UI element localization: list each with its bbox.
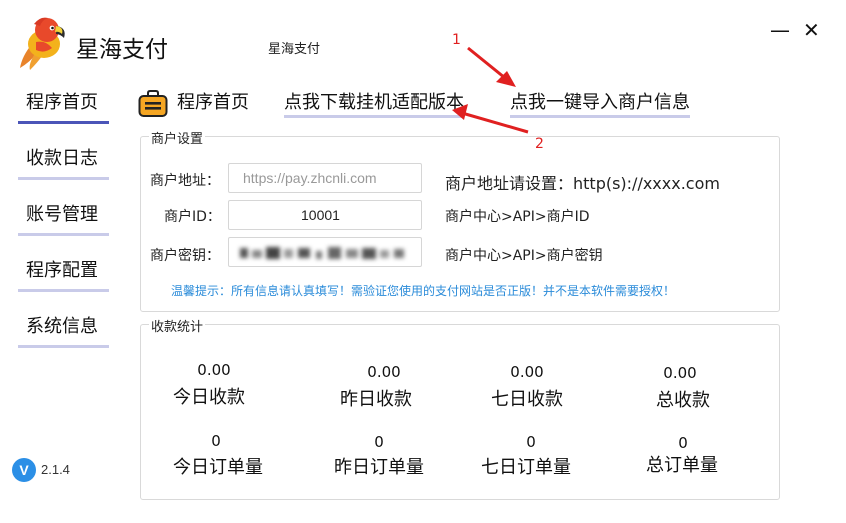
sidebar-item-underline [18,177,109,180]
sidebar-item-payment-log[interactable]: 收款日志 [18,144,109,180]
merchant-key-input[interactable] [228,237,422,267]
import-merchant-link-label: 点我一键导入商户信息 [510,92,690,113]
stat-week-income-label: 七日收款 [491,389,563,410]
stat-yesterday-income-label: 昨日收款 [340,389,412,410]
briefcase-icon [138,90,168,117]
payment-stats-title: 收款统计 [149,316,206,335]
stat-today-income-label: 今日收款 [173,387,245,408]
merchant-settings-title: 商户设置 [149,128,206,147]
merchant-address-label: 商户地址： [150,173,220,189]
window-subtitle: 星海支付 [268,42,321,57]
stat-week-orders-value: 0 [526,433,536,451]
stat-week-orders-label: 七日订单量 [481,457,571,478]
version-number: 2.1.4 [41,462,70,477]
stat-total-income-value: 0.00 [663,364,697,382]
merchant-address-hint: 商户地址请设置：http(s)://xxxx.com [445,174,720,193]
stat-week-income-value: 0.00 [510,363,544,381]
stat-yesterday-orders-value: 0 [374,433,384,451]
annotation-label-1: 1 [452,32,461,48]
sidebar-item-label: 收款日志 [26,148,98,169]
stat-today-income-value: 0.00 [197,361,231,379]
masked-secret-blur [240,247,404,259]
sidebar-item-label: 程序配置 [26,260,98,281]
merchant-id-label: 商户ID： [164,209,221,225]
stat-today-orders-label: 今日订单量 [173,457,263,478]
warning-tip: 温馨提示：所有信息请认真填写！需验证您使用的支付网站是否正版！并不是本软件需要授… [171,284,676,298]
sidebar-item-label: 系统信息 [26,316,98,337]
close-button[interactable]: ✕ [803,16,820,44]
sidebar-item-config[interactable]: 程序配置 [18,256,109,292]
sidebar-item-label: 账号管理 [26,204,98,225]
stat-today-orders-value: 0 [211,432,221,450]
sidebar-item-underline [18,289,109,292]
sidebar-item-home[interactable]: 程序首页 [18,88,109,124]
stat-total-orders-label: 总订单量 [646,455,718,476]
merchant-settings-panel: 商户设置 商户地址： 商户地址请设置：http(s)://xxxx.com 商户… [140,128,780,312]
stat-total-orders-value: 0 [678,434,688,452]
toolbar-home-label: 程序首页 [177,92,249,113]
import-merchant-link-underline [510,115,690,118]
download-link-label: 点我下载挂机适配版本 [284,92,464,113]
sidebar-item-underline [18,345,109,348]
stat-yesterday-orders-label: 昨日订单量 [334,457,424,478]
payment-stats-panel: 收款统计 0.00 今日收款 0.00 昨日收款 0.00 七日收款 0.00 … [140,316,780,500]
parrot-logo-icon [20,17,65,70]
sidebar-item-underline [18,121,109,124]
stat-yesterday-income-value: 0.00 [367,363,401,381]
merchant-key-hint: 商户中心>API>商户密钥 [445,248,603,264]
version-badge-icon: V [12,458,36,482]
sidebar-item-underline [18,233,109,236]
sidebar-item-label: 程序首页 [26,92,98,113]
import-merchant-link[interactable]: 点我一键导入商户信息 [510,88,690,118]
sidebar-item-account[interactable]: 账号管理 [18,200,109,236]
merchant-id-input[interactable] [228,200,422,230]
download-link-underline [284,115,464,118]
merchant-id-hint: 商户中心>API>商户ID [445,209,590,225]
merchant-address-input[interactable] [228,163,422,193]
stat-total-income-label: 总收款 [656,390,710,411]
merchant-key-label: 商户密钥： [150,248,220,264]
minimize-button[interactable]: — [770,16,790,44]
download-link[interactable]: 点我下载挂机适配版本 [284,88,464,118]
toolbar-home-tab[interactable]: 程序首页 [177,88,249,118]
app-title: 星海支付 [76,37,168,63]
sidebar-item-system-info[interactable]: 系统信息 [18,312,109,348]
